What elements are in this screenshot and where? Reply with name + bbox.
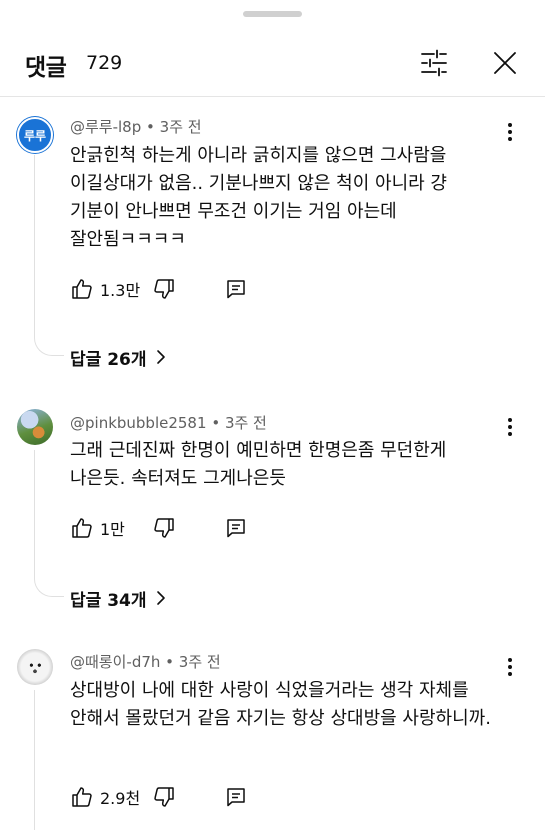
- thumb-up-icon: [72, 518, 92, 538]
- chevron-right-icon: [156, 591, 165, 605]
- view-replies-button[interactable]: 답글 34개: [70, 584, 167, 612]
- meta-separator: •: [146, 118, 160, 136]
- comment-actions: 1만: [70, 514, 270, 542]
- view-replies-button[interactable]: 답글 26개: [70, 343, 167, 371]
- replies-label: 답글 26개: [70, 349, 147, 370]
- comment-author[interactable]: @때롱이-d7h: [70, 653, 160, 671]
- like-count: 2.9천: [100, 789, 141, 808]
- comment-text: 안긁힌척 하는게 아니라 긁히지를 않으면 그사람을 이길상대가 없음.. 기분…: [70, 145, 447, 250]
- comment-author[interactable]: @루루-l8p: [70, 118, 141, 136]
- comments-sheet: 댓글 729 루루 @루루-l8p • 3주 전 안긁힌척 하는게 아니라 긁히…: [0, 0, 545, 830]
- more-icon: [508, 123, 512, 141]
- thumb-down-icon: [154, 518, 174, 538]
- drag-handle[interactable]: [243, 11, 302, 17]
- reply-button[interactable]: [224, 514, 248, 542]
- more-button[interactable]: [500, 120, 520, 144]
- close-button[interactable]: [487, 45, 523, 81]
- dislike-button[interactable]: [152, 275, 176, 303]
- comment-time: 3주 전: [159, 118, 202, 136]
- comment-time: 3주 전: [178, 653, 221, 671]
- avatar-initials: 루루: [23, 128, 47, 143]
- thread-connector: [34, 155, 64, 356]
- like-button[interactable]: 1.3만: [70, 275, 140, 303]
- thread-connector: [34, 450, 64, 597]
- reply-button[interactable]: [224, 783, 248, 811]
- close-icon: [494, 52, 516, 74]
- comment-meta: @pinkbubble2581 • 3주 전: [70, 412, 267, 433]
- more-icon: [508, 658, 512, 676]
- reply-icon: [227, 519, 245, 538]
- filter-icon: [421, 49, 447, 77]
- page-title: 댓글: [25, 55, 67, 81]
- like-count: 1.3만: [100, 281, 141, 300]
- filter-button[interactable]: [416, 45, 452, 81]
- like-button[interactable]: 1만: [70, 514, 125, 542]
- comments-header: 댓글 729: [0, 34, 545, 94]
- like-count: 1만: [100, 520, 125, 539]
- header-divider: [0, 96, 545, 97]
- thumb-up-icon: [72, 787, 92, 807]
- dislike-button[interactable]: [152, 514, 176, 542]
- thumb-down-icon: [154, 279, 174, 299]
- comment-meta: @루루-l8p • 3주 전: [70, 116, 202, 137]
- like-button[interactable]: 2.9천: [70, 783, 140, 811]
- dislike-button[interactable]: [152, 783, 176, 811]
- more-button[interactable]: [500, 415, 520, 439]
- reply-icon: [227, 788, 245, 807]
- comment-text: 그래 근데진짜 한명이 예민하면 한명은좀 무던한게 나은듯. 속터져도 그게나…: [70, 440, 447, 489]
- avatar[interactable]: [17, 409, 53, 445]
- comment-text: 상대방이 나에 대한 사랑이 식었을거라는 생각 자체를 안해서 몰랐던거 같음…: [70, 680, 491, 729]
- comment-time: 3주 전: [224, 414, 267, 432]
- reply-icon: [227, 280, 245, 299]
- thread-connector: [34, 690, 35, 830]
- avatar[interactable]: [17, 649, 53, 685]
- replies-label: 답글 34개: [70, 590, 147, 611]
- comment-actions: 2.9천: [70, 783, 270, 811]
- meta-separator: •: [165, 653, 179, 671]
- comment-count: 729: [86, 52, 123, 74]
- meta-separator: •: [211, 414, 225, 432]
- more-icon: [508, 418, 512, 436]
- comment-meta: @때롱이-d7h • 3주 전: [70, 651, 221, 672]
- comment-author[interactable]: @pinkbubble2581: [70, 414, 207, 432]
- thumb-down-icon: [154, 787, 174, 807]
- avatar[interactable]: 루루: [17, 117, 53, 153]
- thumb-up-icon: [72, 279, 92, 299]
- comment-actions: 1.3만: [70, 275, 270, 303]
- reply-button[interactable]: [224, 275, 248, 303]
- more-button[interactable]: [500, 655, 520, 679]
- chevron-right-icon: [156, 350, 165, 364]
